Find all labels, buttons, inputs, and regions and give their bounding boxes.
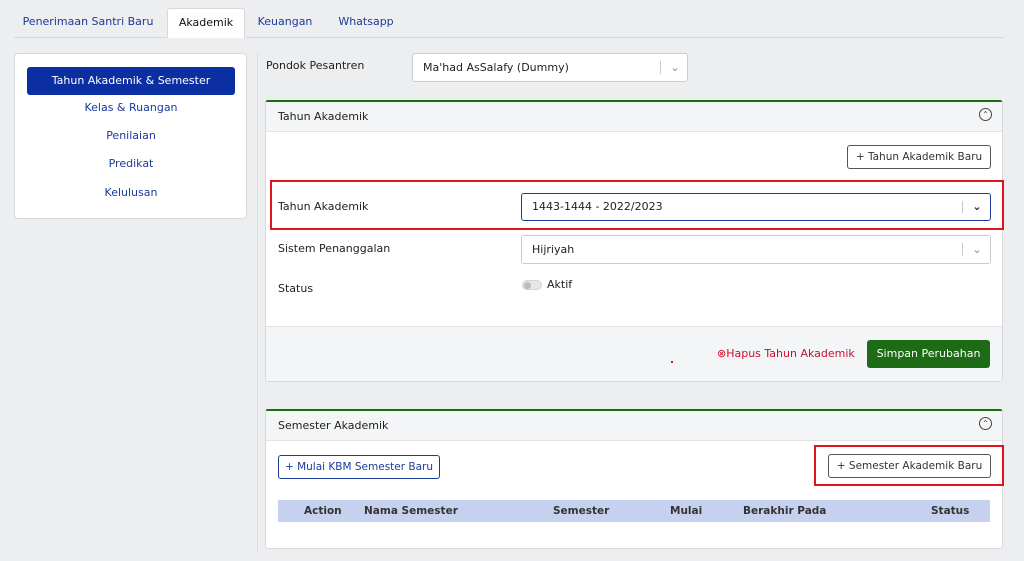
tahun-akademik-card-header: Tahun Akademik ⌃ [266, 102, 1002, 132]
mulai-kbm-semester-baru-button[interactable]: + Mulai KBM Semester Baru [278, 455, 440, 479]
column-header-nama-semester: Nama Semester [364, 505, 458, 517]
sidebar-item-predikat[interactable]: Predikat [27, 154, 235, 174]
status-toggle-label: Aktif [547, 278, 573, 291]
chevron-down-icon: ⌄ [972, 243, 982, 256]
sistem-penanggalan-label: Sistem Penanggalan [278, 242, 391, 255]
tahun-akademik-card: Tahun Akademik ⌃ + Tahun Akademik Baru T… [265, 100, 1003, 382]
column-header-status: Status [931, 505, 970, 517]
select-separator [962, 243, 963, 256]
sidebar-item-kelulusan[interactable]: Kelulusan [27, 183, 235, 203]
pondok-pesantren-select[interactable]: Ma'had AsSalafy (Dummy) ⌄ [412, 53, 688, 82]
tab-penerimaan-santri-baru[interactable]: Penerimaan Santri Baru [14, 8, 162, 38]
tab-akademik[interactable]: Akademik [167, 8, 245, 38]
toggle-knob [524, 282, 531, 289]
red-dot [671, 361, 673, 363]
chevron-up-circle-icon[interactable]: ⌃ [979, 417, 992, 430]
tahun-akademik-card-footer: ⊗Hapus Tahun Akademik Simpan Perubahan [266, 326, 1002, 381]
column-header-berakhir-pada: Berakhir Pada [743, 505, 827, 517]
tab-keuangan[interactable]: Keuangan [250, 8, 320, 38]
highlight-box-tahun-akademik [270, 180, 1004, 230]
semester-akademik-card-title: Semester Akademik [278, 419, 389, 432]
status-label: Status [278, 282, 314, 295]
simpan-perubahan-button[interactable]: Simpan Perubahan [867, 340, 990, 368]
add-tahun-akademik-button[interactable]: + Tahun Akademik Baru [847, 145, 991, 169]
chevron-up-circle-icon[interactable]: ⌃ [979, 108, 992, 121]
sidebar-item-kelas-ruangan[interactable]: Kelas & Ruangan [27, 98, 235, 118]
tab-whatsapp[interactable]: Whatsapp [330, 8, 402, 38]
semester-akademik-card-header: Semester Akademik ⌃ [266, 411, 1002, 441]
tahun-akademik-card-title: Tahun Akademik [278, 110, 369, 123]
column-header-mulai: Mulai [670, 505, 703, 517]
column-header-semester: Semester [553, 505, 610, 517]
sidebar-item-penilaian[interactable]: Penilaian [27, 126, 235, 146]
pondok-pesantren-value: Ma'had AsSalafy (Dummy) [423, 61, 569, 74]
select-separator [660, 61, 661, 74]
sidebar: Tahun Akademik & Semester Kelas & Ruanga… [14, 53, 247, 219]
chevron-down-icon: ⌄ [670, 61, 680, 74]
sidebar-item-tahun-akademik-semester[interactable]: Tahun Akademik & Semester [27, 67, 235, 95]
pondok-pesantren-label: Pondok Pesantren [266, 59, 365, 72]
hapus-tahun-akademik-link[interactable]: ⊗Hapus Tahun Akademik [717, 347, 855, 360]
vertical-divider [257, 53, 258, 553]
top-tabs: Penerimaan Santri Baru Akademik Keuangan… [14, 8, 1004, 38]
highlight-box-semester-baru [814, 445, 1004, 486]
sistem-penanggalan-value: Hijriyah [532, 243, 575, 256]
semester-table-header: Action Nama Semester Semester Mulai Bera… [278, 500, 990, 522]
sistem-penanggalan-select[interactable]: Hijriyah ⌄ [521, 235, 991, 264]
column-header-action: Action [304, 505, 342, 517]
status-toggle[interactable] [522, 280, 542, 290]
